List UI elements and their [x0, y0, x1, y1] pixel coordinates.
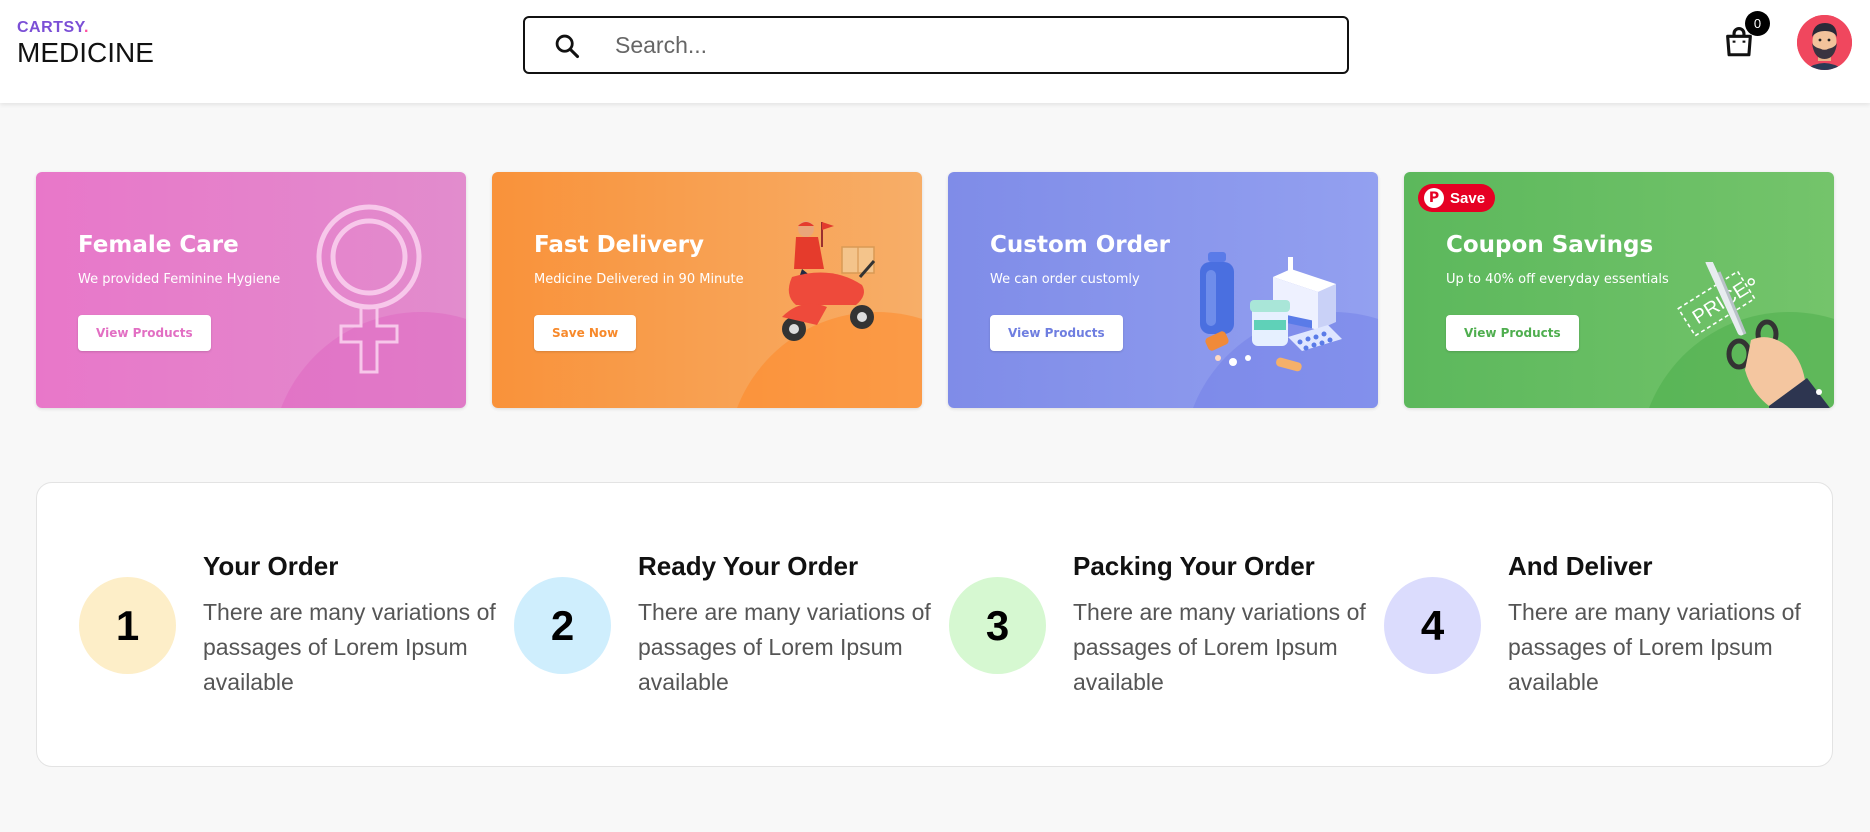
step-title: Packing Your Order: [1073, 551, 1315, 581]
step-your-order: 1 Your Order There are many variations o…: [37, 483, 496, 768]
banner-subtitle: Up to 40% off everyday essentials: [1446, 272, 1669, 287]
step-number-badge: 2: [514, 577, 611, 674]
logo-brand: CARTSY.: [17, 19, 154, 37]
banner-custom-order[interactable]: Custom Order We can order customly View …: [948, 172, 1378, 408]
banner-female-care[interactable]: Female Care We provided Feminine Hygiene…: [36, 172, 466, 408]
pinterest-icon: P: [1424, 188, 1444, 208]
cart-count-badge: 0: [1745, 11, 1770, 36]
step-description: There are many variations of passages of…: [1073, 599, 1366, 695]
step-description: There are many variations of passages of…: [203, 599, 496, 695]
step-number-badge: 4: [1384, 577, 1481, 674]
female-symbol-icon: [316, 204, 422, 374]
step-ready-your-order: 2 Ready Your Order There are many variat…: [472, 483, 931, 768]
search-icon[interactable]: [553, 32, 581, 60]
banner-title: Female Care: [78, 232, 239, 258]
view-products-button[interactable]: View Products: [1446, 315, 1579, 351]
step-packing-your-order: 3 Packing Your Order There are many vari…: [907, 483, 1366, 768]
step-title: Your Order: [203, 551, 339, 581]
banner-subtitle: We can order customly: [990, 272, 1140, 287]
search-bar: [523, 16, 1349, 74]
delivery-scooter-icon: [782, 221, 876, 341]
logo-dot: .: [84, 19, 89, 36]
banner-title: Custom Order: [990, 232, 1171, 258]
banner-fast-delivery[interactable]: Fast Delivery Medicine Delivered in 90 M…: [492, 172, 922, 408]
pinterest-save-button[interactable]: P Save: [1418, 184, 1496, 212]
step-title: And Deliver: [1508, 551, 1653, 581]
logo-brand-text: CARTSY: [17, 19, 85, 36]
medicine-bottles-icon: [1200, 252, 1342, 372]
save-now-button[interactable]: Save Now: [534, 315, 637, 351]
step-number-badge: 1: [79, 577, 176, 674]
step-number-badge: 3: [949, 577, 1046, 674]
coupon-scissors-icon: PRICE: [1677, 262, 1830, 408]
banner-subtitle: Medicine Delivered in 90 Minute: [534, 272, 744, 287]
view-products-button[interactable]: View Products: [78, 315, 211, 351]
logo-title: MEDICINE: [17, 37, 154, 68]
top-header: CARTSY. MEDICINE 0: [0, 0, 1870, 103]
logo[interactable]: CARTSY. MEDICINE: [17, 19, 154, 69]
step-description: There are many variations of passages of…: [638, 599, 931, 695]
view-products-button[interactable]: View Products: [990, 315, 1123, 351]
order-steps-panel: 1 Your Order There are many variations o…: [36, 482, 1833, 767]
avatar-image: [1797, 15, 1852, 70]
banner-title: Fast Delivery: [534, 232, 704, 258]
pinterest-save-label: Save: [1450, 189, 1486, 207]
step-and-deliver: 4 And Deliver There are many variations …: [1342, 483, 1801, 768]
avatar[interactable]: [1797, 15, 1852, 70]
banner-title: Coupon Savings: [1446, 232, 1654, 258]
banner-coupon-savings[interactable]: P Save PRICE Coupon Savings Up to 40% of…: [1404, 172, 1834, 408]
step-description: There are many variations of passages of…: [1508, 599, 1801, 695]
banner-subtitle: We provided Feminine Hygiene: [78, 272, 281, 287]
search-input[interactable]: [615, 26, 1315, 64]
step-title: Ready Your Order: [638, 551, 859, 581]
